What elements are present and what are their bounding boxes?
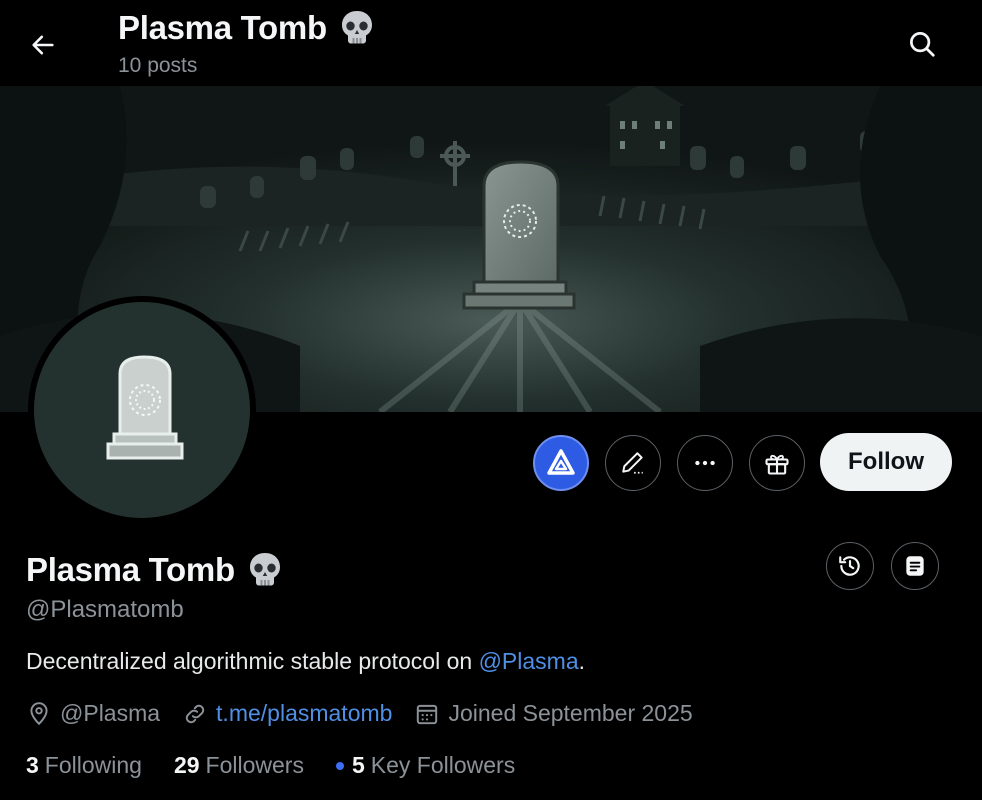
- profile-meta: @Plasma t.me/plasmatomb Joined September…: [26, 700, 715, 727]
- bio-text: Decentralized algorithmic stable protoco…: [26, 648, 479, 674]
- profile-handle: @Plasmatomb: [26, 596, 184, 623]
- key-followers-count: 5: [351, 752, 365, 778]
- header-title: Plasma Tomb: [118, 9, 327, 46]
- more-button[interactable]: [677, 435, 733, 491]
- calendar-icon: [417, 704, 438, 724]
- header-title-block: Plasma Tomb 10 posts: [118, 8, 377, 78]
- location-text: @Plasma: [60, 700, 161, 726]
- profile-stats: 3 Following 29 Followers 5 Key Followers: [26, 752, 547, 779]
- tombstone-icon: [106, 355, 184, 460]
- bio-end: .: [578, 648, 586, 674]
- gift-button[interactable]: [749, 435, 805, 491]
- following-count: 3: [26, 752, 39, 778]
- pen-icon: [622, 452, 643, 474]
- history-button[interactable]: [826, 542, 874, 590]
- search-button[interactable]: [900, 22, 944, 66]
- top-bar: Plasma Tomb 10 posts: [0, 0, 982, 86]
- skull-icon: [249, 553, 280, 586]
- profile-link[interactable]: t.me/plasmatomb: [216, 700, 392, 727]
- avatar-image: [34, 302, 250, 518]
- link-icon: [185, 704, 205, 723]
- back-button[interactable]: [22, 24, 64, 66]
- followers-label: Followers: [205, 752, 304, 778]
- profile-avatar[interactable]: [28, 296, 256, 524]
- post-count: 10 posts: [118, 54, 198, 77]
- notes-icon: [906, 556, 924, 576]
- followers-stat[interactable]: 29 Followers: [174, 752, 304, 779]
- plasma-logo-icon: [547, 449, 575, 475]
- display-name: Plasma Tomb: [26, 551, 235, 588]
- plasma-button[interactable]: [533, 435, 589, 491]
- bio-mention-link[interactable]: @Plasma: [479, 648, 579, 674]
- profile-name-row: Plasma Tomb: [26, 550, 285, 590]
- gift-icon: [765, 454, 789, 475]
- joined-item: Joined September 2025: [414, 700, 693, 727]
- arrow-left-icon: [32, 35, 54, 55]
- following-stat[interactable]: 3 Following: [26, 752, 142, 779]
- skull-icon: [341, 11, 372, 44]
- following-label: Following: [44, 752, 142, 778]
- location-pin-icon: [30, 701, 48, 725]
- key-followers-label: Key Followers: [370, 752, 516, 778]
- key-followers-dot: [335, 761, 344, 770]
- edit-button[interactable]: [605, 435, 661, 491]
- notes-button[interactable]: [891, 542, 939, 590]
- follow-button[interactable]: Follow: [820, 433, 952, 491]
- joined-text: Joined September 2025: [448, 700, 693, 726]
- link-item[interactable]: t.me/plasmatomb: [182, 700, 392, 727]
- history-icon: [839, 556, 860, 576]
- key-followers-stat[interactable]: 5 Key Followers: [335, 752, 516, 779]
- followers-count: 29: [173, 752, 200, 778]
- location-item: @Plasma: [26, 700, 160, 727]
- more-icon: [695, 460, 715, 466]
- search-icon: [910, 32, 935, 57]
- profile-bio: Decentralized algorithmic stable protoco…: [26, 648, 585, 675]
